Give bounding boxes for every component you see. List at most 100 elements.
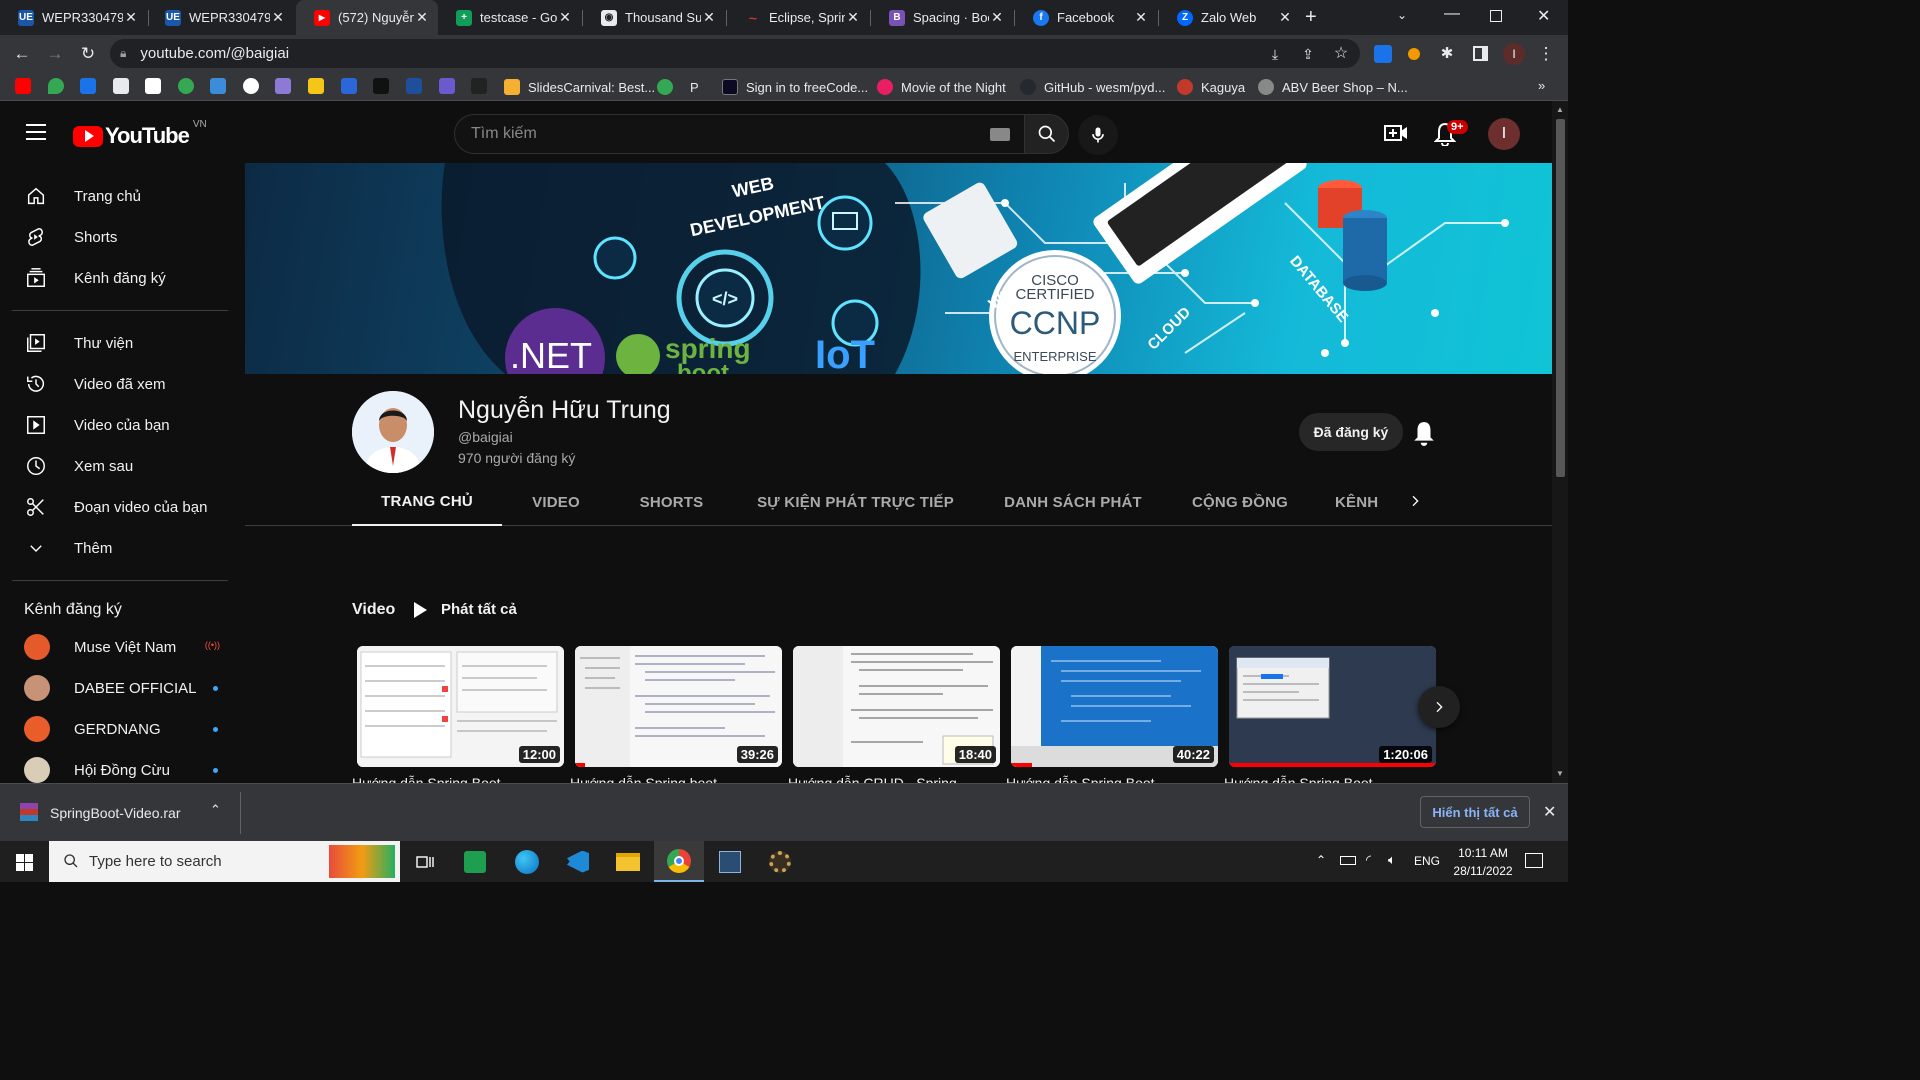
volume-icon[interactable]: 🔈︎ xyxy=(1388,852,1396,868)
taskbar-app-settings[interactable] xyxy=(755,841,805,882)
video-title[interactable]: Hướng dẫn Spring Boot xyxy=(1224,775,1431,783)
side-panel-icon[interactable] xyxy=(1473,46,1488,61)
extensions-puzzle-icon[interactable]: ✱ xyxy=(1436,43,1458,65)
tab-close-icon[interactable]: ✕ xyxy=(845,9,861,26)
sidebar-subscription-item[interactable]: Hội Đồng Cừu xyxy=(12,750,230,783)
show-hidden-icons-icon[interactable]: ⌃ xyxy=(1316,853,1326,867)
bookmark-kaguya[interactable]: Kaguya xyxy=(1177,78,1245,96)
scrollbar-thumb[interactable] xyxy=(1556,119,1565,477)
sidebar-subscription-item[interactable]: GERDNANG xyxy=(12,709,230,749)
sidebar-item-shorts[interactable]: Shorts xyxy=(12,217,230,257)
tabs-scroll-right-button[interactable] xyxy=(1407,492,1423,510)
bookmark-icon[interactable] xyxy=(406,78,422,94)
search-input[interactable]: Tìm kiếm xyxy=(454,114,1025,154)
bookmark-youtube-icon[interactable] xyxy=(15,78,31,94)
bookmark-translate-icon[interactable] xyxy=(80,78,96,94)
install-icon[interactable]: ⤓ xyxy=(1264,43,1286,65)
sidebar-item-watch-later[interactable]: Xem sau xyxy=(12,446,230,486)
sidebar-item-home[interactable]: Trang chủ xyxy=(12,176,230,216)
browser-tab-active[interactable]: ▶ (572) Nguyễn ✕ xyxy=(296,0,438,35)
video-title[interactable]: Hướng dẫn Spring Boot xyxy=(352,775,559,783)
bookmark-icon[interactable] xyxy=(471,78,487,94)
browser-tab[interactable]: UE WEPR330479_ ✕ xyxy=(0,0,147,35)
bookmark-maps-icon[interactable] xyxy=(48,78,64,94)
action-center-icon[interactable] xyxy=(1525,853,1543,868)
bookmark-icon[interactable] xyxy=(308,78,324,94)
notification-bell-button[interactable] xyxy=(1412,420,1436,446)
sidebar-item-your-videos[interactable]: Video của bạn xyxy=(12,405,230,445)
close-shelf-icon[interactable]: ✕ xyxy=(1543,802,1556,822)
tab-playlists[interactable]: DANH SÁCH PHÁT xyxy=(993,478,1153,526)
tab-close-icon[interactable]: ✕ xyxy=(414,9,430,26)
play-all-button[interactable]: Phát tất cả xyxy=(414,601,517,618)
video-thumbnail[interactable]: 40:22 xyxy=(1011,646,1218,767)
tab-close-icon[interactable]: ✕ xyxy=(557,9,573,26)
tab-videos[interactable]: VIDEO xyxy=(507,478,605,526)
sidebar-item-show-more[interactable]: Thêm xyxy=(12,528,230,568)
taskbar-app-spreadsheet[interactable] xyxy=(450,841,500,882)
bookmark-abv-beer-shop[interactable]: ABV Beer Shop – N... xyxy=(1258,78,1408,96)
tab-home[interactable]: TRANG CHỦ xyxy=(352,478,502,526)
bookmark-icon[interactable] xyxy=(243,78,259,94)
bookmark-play-icon[interactable] xyxy=(178,78,194,94)
taskbar-app-explorer[interactable] xyxy=(603,841,653,882)
clock-time[interactable]: 10:11 AM xyxy=(1448,846,1518,860)
taskbar-app-studio[interactable] xyxy=(705,841,755,882)
tab-close-icon[interactable]: ✕ xyxy=(1133,9,1149,26)
battery-icon[interactable] xyxy=(1340,856,1356,865)
back-icon[interactable]: ← xyxy=(11,43,33,65)
translate-extension-icon[interactable] xyxy=(1374,45,1392,63)
taskbar-app-vscode[interactable] xyxy=(553,841,603,882)
bookmark-slidescarnival[interactable]: SlidesCarnival: Best... xyxy=(504,78,655,96)
video-title[interactable]: Hướng dẫn CRUD - Spring xyxy=(788,775,995,783)
tab-close-icon[interactable]: ✕ xyxy=(1277,9,1293,26)
video-thumbnail[interactable]: 1:20:06 xyxy=(1229,646,1436,767)
hamburger-menu-icon[interactable] xyxy=(26,124,46,140)
bookmarks-overflow-icon[interactable]: » xyxy=(1538,78,1545,93)
profile-avatar[interactable]: I xyxy=(1503,43,1525,65)
window-close-icon[interactable]: ✕ xyxy=(1537,6,1550,26)
sidebar-item-library[interactable]: Thư viện xyxy=(12,323,230,363)
sidebar-subscription-item[interactable]: Muse Việt Nam ((•)) xyxy=(12,627,230,667)
download-item[interactable]: SpringBoot-Video.rar xyxy=(50,805,180,821)
browser-tab[interactable]: ◉ Thousand Sun ✕ xyxy=(583,0,725,35)
forward-icon[interactable]: → xyxy=(44,43,66,65)
bookmark-green[interactable] xyxy=(657,78,681,96)
task-view-button[interactable] xyxy=(400,841,450,882)
bookmark-store-icon[interactable] xyxy=(113,78,129,94)
section-title[interactable]: Video xyxy=(352,601,395,619)
subscribed-button[interactable]: Đã đăng ký xyxy=(1299,413,1403,451)
sidebar-item-clips[interactable]: Đoạn video của bạn xyxy=(12,487,230,527)
bookmark-icon[interactable] xyxy=(373,78,389,94)
taskbar-app-edge[interactable] xyxy=(502,841,552,882)
bookmark-star-icon[interactable]: ☆ xyxy=(1330,43,1352,65)
browser-tab[interactable]: UE WEPR330479_ ✕ xyxy=(147,0,294,35)
youtube-logo[interactable]: YouTube VN xyxy=(73,119,207,149)
minimize-icon[interactable]: — xyxy=(1444,5,1460,23)
video-title[interactable]: Hướng dẫn Spring Boot xyxy=(1006,775,1213,783)
extension-icon[interactable] xyxy=(1408,48,1420,60)
clock-date[interactable]: 28/11/2022 xyxy=(1448,864,1518,878)
browser-menu-icon[interactable]: ⋮ xyxy=(1535,43,1557,65)
browser-tab[interactable]: f Facebook ✕ xyxy=(1015,0,1157,35)
tab-close-icon[interactable]: ✕ xyxy=(989,9,1005,26)
tab-close-icon[interactable]: ✕ xyxy=(270,9,286,26)
tab-channels[interactable]: KÊNH xyxy=(1335,478,1387,526)
shelf-next-button[interactable] xyxy=(1418,686,1460,728)
bookmark-icon[interactable] xyxy=(210,78,226,94)
video-thumbnail[interactable]: 39:26 xyxy=(575,646,782,767)
browser-tab[interactable]: Z Zalo Web ✕ xyxy=(1159,0,1301,35)
share-icon[interactable]: ⇪ xyxy=(1297,43,1319,65)
tab-shorts[interactable]: SHORTS xyxy=(620,478,723,526)
video-thumbnail[interactable]: 18:40 xyxy=(793,646,1000,767)
tab-search-icon[interactable]: ⌄ xyxy=(1397,8,1407,22)
input-language[interactable]: ENG xyxy=(1414,854,1440,868)
sidebar-item-subscriptions[interactable]: Kênh đăng ký xyxy=(12,258,230,298)
restore-icon[interactable] xyxy=(1490,10,1502,22)
bookmark-p[interactable]: P xyxy=(690,78,699,96)
keyboard-icon[interactable] xyxy=(990,128,1010,141)
bookmark-freecodecamp[interactable]: Sign in to freeCode... xyxy=(722,78,868,96)
account-avatar[interactable]: I xyxy=(1488,118,1520,150)
sidebar-subscription-item[interactable]: DABEE OFFICIAL xyxy=(12,668,230,708)
windows-start-icon[interactable] xyxy=(16,854,33,871)
